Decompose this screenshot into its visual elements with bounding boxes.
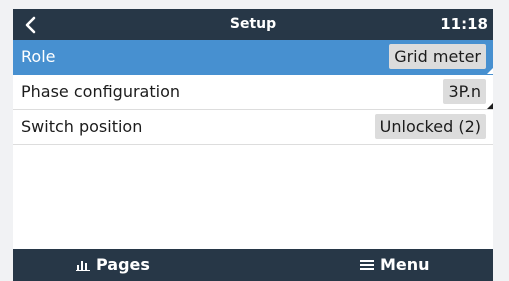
footer-bar: Pages Menu (13, 249, 493, 281)
row-value: 3P.n (443, 79, 486, 104)
settings-row-phase-configuration[interactable]: Phase configuration 3P.n (13, 75, 493, 110)
editable-indicator (487, 103, 493, 109)
row-label: Switch position (21, 117, 143, 136)
clock: 11:18 (440, 15, 488, 33)
menu-label: Menu (380, 255, 430, 274)
row-label: Phase configuration (21, 82, 180, 101)
row-label: Role (21, 47, 56, 66)
editable-indicator (487, 68, 493, 74)
menu-button[interactable]: Menu (360, 249, 430, 281)
pages-label: Pages (96, 255, 150, 274)
settings-row-role[interactable]: Role Grid meter (13, 40, 493, 75)
hamburger-menu-icon (360, 259, 374, 271)
bar-chart-icon (76, 259, 90, 271)
row-value: Unlocked (2) (374, 114, 486, 139)
row-value: Grid meter (389, 44, 486, 69)
header-bar: Setup 11:18 (13, 9, 493, 40)
pages-button[interactable]: Pages (76, 249, 150, 281)
app-window: Setup 11:18 Role Grid meter Phase config… (13, 9, 493, 281)
settings-row-switch-position[interactable]: Switch position Unlocked (2) (13, 110, 493, 145)
page-title: Setup (229, 16, 277, 32)
